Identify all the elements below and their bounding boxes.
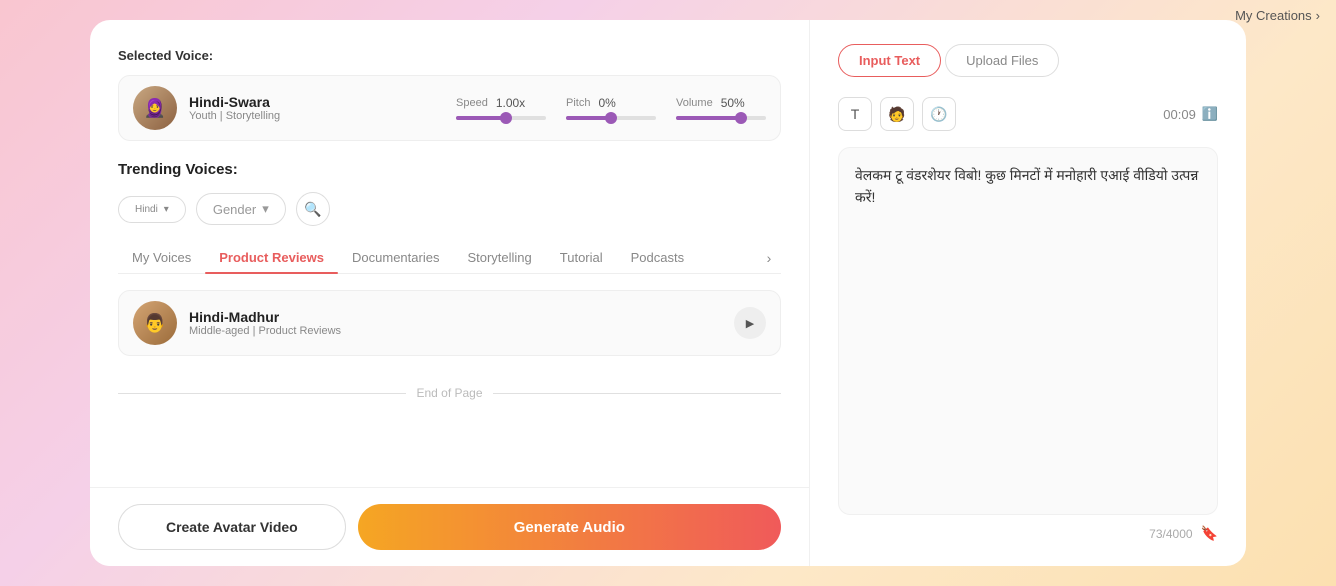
tab-my-voices[interactable]: My Voices <box>118 242 205 273</box>
voice-subtitle: Youth | Storytelling <box>189 110 280 122</box>
tab-storytelling[interactable]: Storytelling <box>453 242 545 273</box>
voice-name: Hindi-Swara <box>189 94 280 110</box>
pitch-control: Pitch 0% <box>566 96 656 120</box>
create-avatar-button[interactable]: Create Avatar Video <box>118 504 346 550</box>
speed-control: Speed 1.00x <box>456 96 546 120</box>
clock-icon[interactable]: 🕐 <box>922 97 956 131</box>
tab-tutorial[interactable]: Tutorial <box>546 242 617 273</box>
tab-documentaries[interactable]: Documentaries <box>338 242 453 273</box>
input-text-content: वेलकम टू वंडरशेयर विबो! कुछ मिनटों में म… <box>855 167 1198 205</box>
pitch-row: Pitch 0% <box>566 96 616 110</box>
timestamp-value: 00:09 <box>1163 107 1196 122</box>
tab-tutorial-label: Tutorial <box>560 250 603 265</box>
person-icon[interactable]: 🧑 <box>880 97 914 131</box>
info-icon: ℹ️ <box>1202 106 1218 122</box>
language-value: Hindi <box>135 204 158 215</box>
upload-files-tab[interactable]: Upload Files <box>945 44 1059 77</box>
speed-thumb <box>500 112 512 124</box>
input-text-tab[interactable]: Input Text <box>838 44 941 77</box>
language-filter[interactable]: Hindi ▾ <box>118 196 186 223</box>
selected-voice-label: Selected Voice: <box>118 48 781 63</box>
speed-value: 1.00x <box>496 96 525 110</box>
volume-slider[interactable] <box>676 116 766 120</box>
tabs-next-arrow[interactable]: › <box>757 246 781 270</box>
gender-filter[interactable]: Gender ▾ <box>196 193 286 225</box>
generate-audio-button[interactable]: Generate Audio <box>358 504 781 550</box>
tab-product-reviews-label: Product Reviews <box>219 250 324 265</box>
main-card: Selected Voice: 🧕 Hindi-Swara Youth | St… <box>90 20 1246 566</box>
tab-podcasts-label: Podcasts <box>631 250 684 265</box>
char-count: 73/4000 <box>1149 527 1192 541</box>
end-of-page-label: End of Page <box>416 386 482 400</box>
text-t-icon: T <box>851 106 860 122</box>
my-creations-label: My Creations <box>1235 8 1312 23</box>
bookmark-icon[interactable]: 🔖 <box>1201 525 1218 542</box>
right-panel: Input Text Upload Files T 🧑 🕐 00:09 ℹ️ व… <box>810 20 1246 566</box>
text-format-icon[interactable]: T <box>838 97 872 131</box>
volume-fill <box>676 116 741 120</box>
tab-podcasts[interactable]: Podcasts <box>617 242 698 273</box>
char-count-row: 73/4000 🔖 <box>838 525 1218 542</box>
pitch-value: 0% <box>598 96 615 110</box>
my-creations-link[interactable]: My Creations › <box>1235 8 1320 23</box>
voice-list-item[interactable]: 👨 Hindi-Madhur Middle-aged | Product Rev… <box>118 290 781 356</box>
time-icon: 🕐 <box>930 106 947 123</box>
speed-label: Speed <box>456 97 488 109</box>
voice-list-avatar: 👨 <box>133 301 177 345</box>
my-creations-arrow: › <box>1316 8 1320 23</box>
voice-list-info: Hindi-Madhur Middle-aged | Product Revie… <box>189 309 722 337</box>
avatar-image: 🧕 <box>133 86 177 130</box>
voice-controls: Speed 1.00x Pitch 0% <box>292 96 766 120</box>
text-toolbar: T 🧑 🕐 00:09 ℹ️ <box>838 97 1218 131</box>
left-panel: Selected Voice: 🧕 Hindi-Swara Youth | St… <box>90 20 810 566</box>
filter-row: Hindi ▾ Gender ▾ 🔍 <box>118 192 781 226</box>
trending-label: Trending Voices: <box>118 161 781 178</box>
pitch-thumb <box>605 112 617 124</box>
end-of-page: End of Page <box>118 386 781 400</box>
speed-fill <box>456 116 506 120</box>
volume-control: Volume 50% <box>676 96 766 120</box>
voice-list-subtitle: Middle-aged | Product Reviews <box>189 325 722 337</box>
avatar-icon: 🧑 <box>888 106 905 123</box>
volume-thumb <box>735 112 747 124</box>
volume-label: Volume <box>676 97 713 109</box>
pitch-label: Pitch <box>566 97 590 109</box>
search-icon: 🔍 <box>304 201 321 218</box>
gender-value: Gender <box>213 202 256 217</box>
voice-category-tabs: My Voices Product Reviews Documentaries … <box>118 242 781 274</box>
voice-avatar: 🧕 <box>133 86 177 130</box>
tab-storytelling-label: Storytelling <box>467 250 531 265</box>
search-button[interactable]: 🔍 <box>296 192 330 226</box>
gender-chevron: ▾ <box>262 201 269 217</box>
play-button[interactable]: ▶ <box>734 307 766 339</box>
pitch-slider[interactable] <box>566 116 656 120</box>
speed-slider[interactable] <box>456 116 546 120</box>
tab-documentaries-label: Documentaries <box>352 250 439 265</box>
language-chevron: ▾ <box>164 204 169 215</box>
bottom-actions: Create Avatar Video Generate Audio <box>90 487 809 566</box>
speed-row: Speed 1.00x <box>456 96 525 110</box>
voice-info: Hindi-Swara Youth | Storytelling <box>189 94 280 122</box>
timestamp-display: 00:09 ℹ️ <box>1163 106 1218 122</box>
text-input-area[interactable]: वेलकम टू वंडरशेयर विबो! कुछ मिनटों में म… <box>838 147 1218 515</box>
tab-product-reviews[interactable]: Product Reviews <box>205 242 338 273</box>
volume-value: 50% <box>721 96 745 110</box>
tab-my-voices-label: My Voices <box>132 250 191 265</box>
voice-list-name: Hindi-Madhur <box>189 309 722 325</box>
volume-row: Volume 50% <box>676 96 745 110</box>
selected-voice-card[interactable]: 🧕 Hindi-Swara Youth | Storytelling Speed… <box>118 75 781 141</box>
input-tabs: Input Text Upload Files <box>838 44 1218 77</box>
